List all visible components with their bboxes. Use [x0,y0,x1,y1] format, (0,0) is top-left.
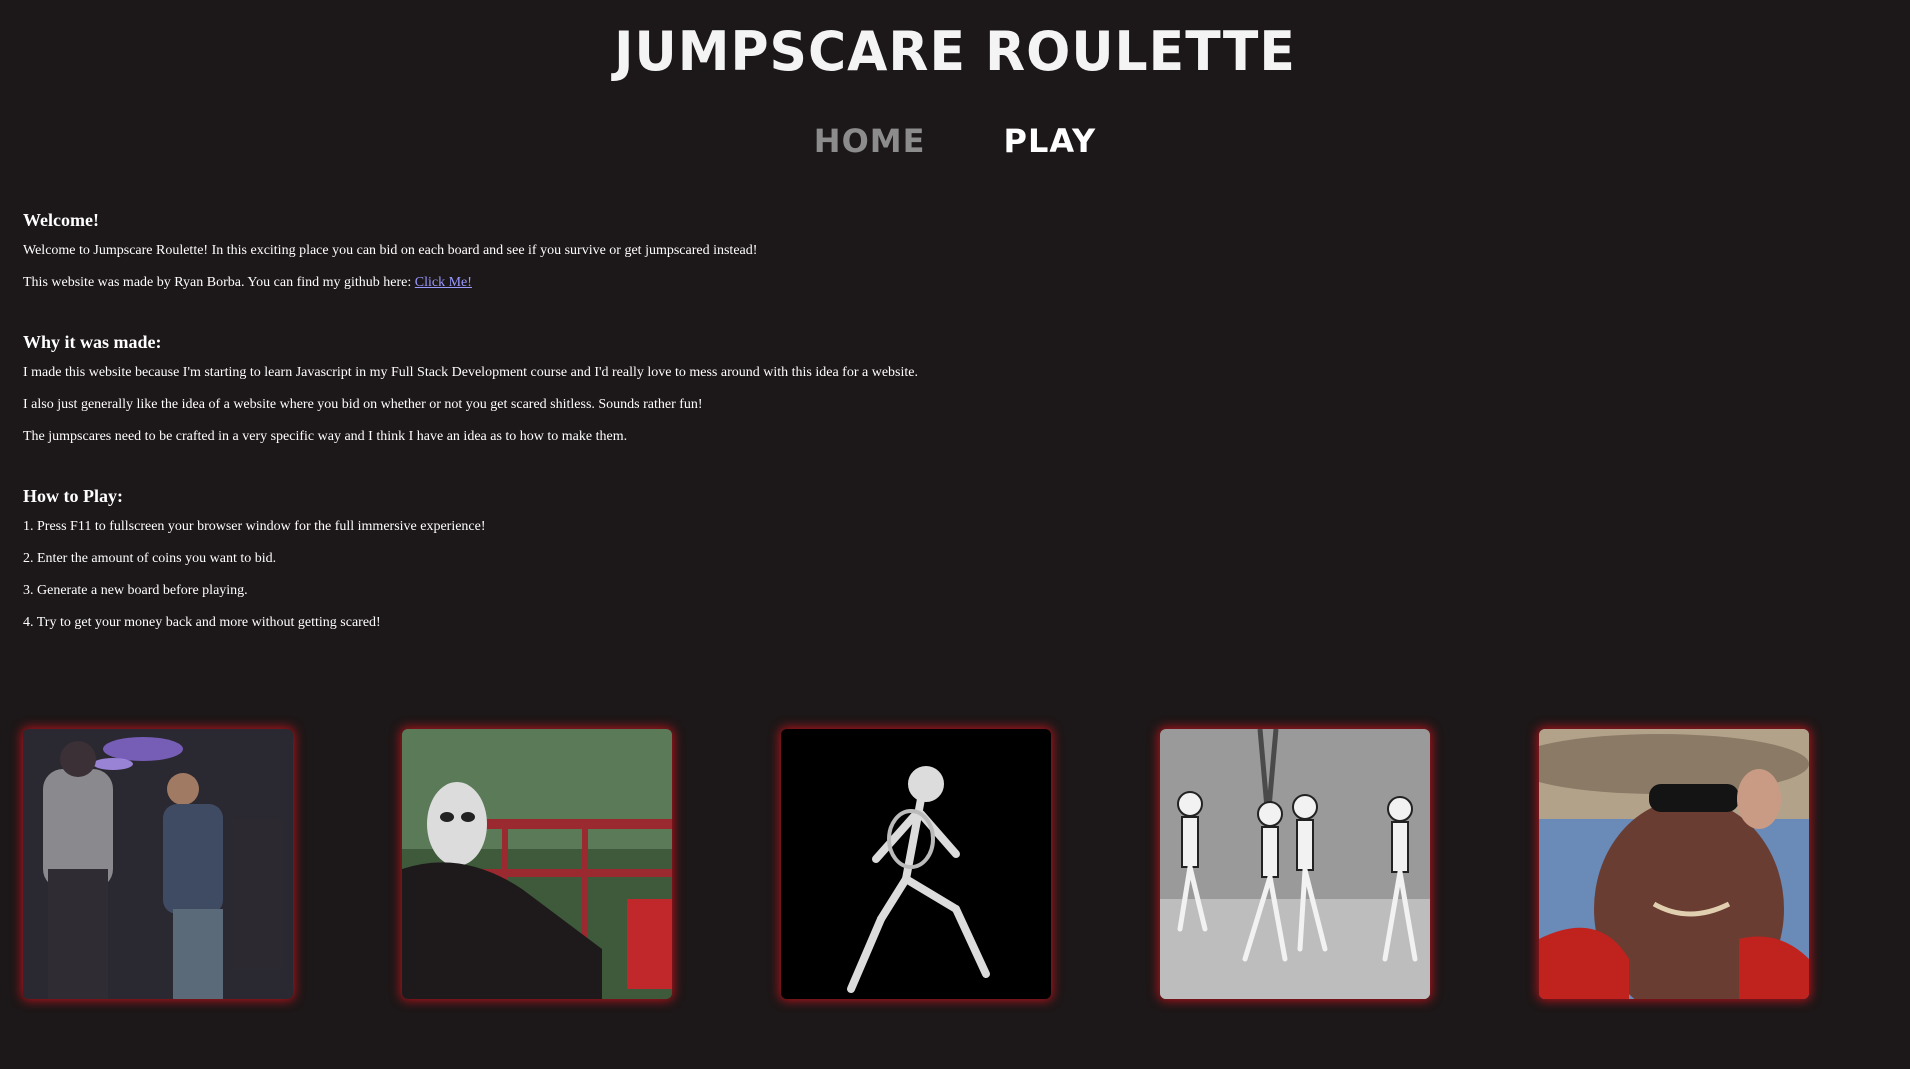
why-line: The jumpscares need to be crafted in a v… [23,429,628,444]
main-nav: HOME PLAY [0,122,1910,160]
hat-man-image [1539,729,1809,999]
masked-figure-image [402,729,672,999]
github-link[interactable]: Click Me! [415,275,472,290]
credits-prefix: This website was made by Ryan Borba. You… [23,275,415,290]
why-line: I also just generally like the idea of a… [23,397,703,412]
why-heading: Why it was made: [23,332,162,352]
welcome-heading: Welcome! [23,210,99,230]
nav-home-link[interactable]: HOME [814,122,926,160]
site-title: JUMPSCARE ROULETTE [614,20,1296,84]
why-section: Why it was made: I made this website bec… [23,332,1523,446]
dancing-people-image [23,729,293,999]
how-step: 4. Try to get your money back and more w… [23,615,381,630]
nav-play-link[interactable]: PLAY [1003,122,1096,160]
how-heading: How to Play: [23,486,123,506]
dancing-skeletons-image [1160,729,1430,999]
how-section: How to Play: 1. Press F11 to fullscreen … [23,486,1523,632]
how-step: 3. Generate a new board before playing. [23,583,248,598]
why-line: I made this website because I'm starting… [23,365,918,380]
jumpscare-gallery [23,729,1903,999]
welcome-text: Welcome to Jumpscare Roulette! In this e… [23,243,758,258]
skeleton-image [781,729,1051,999]
how-step: 2. Enter the amount of coins you want to… [23,551,277,566]
welcome-section: Welcome! Welcome to Jumpscare Roulette! … [23,210,1523,292]
credits-text: This website was made by Ryan Borba. You… [23,273,1523,292]
main-content: Welcome! Welcome to Jumpscare Roulette! … [23,210,1523,672]
how-step: 1. Press F11 to fullscreen your browser … [23,519,486,534]
